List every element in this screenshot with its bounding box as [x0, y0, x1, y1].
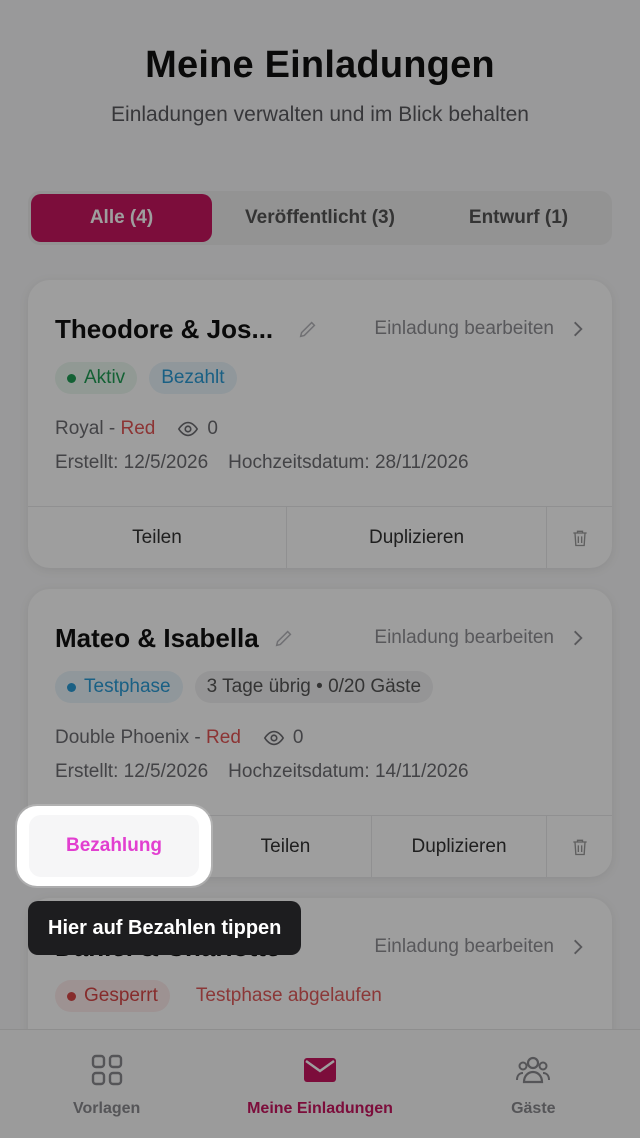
spotlight: Bezahlung — [17, 806, 211, 886]
page: Meine Einladungen Einladungen verwalten … — [0, 0, 640, 1138]
dim-overlay — [0, 0, 640, 1138]
coach-tooltip: Hier auf Bezahlen tippen — [28, 901, 302, 955]
nav-dim-overlay — [0, 1029, 640, 1138]
pay-button[interactable]: Bezahlung — [29, 815, 199, 877]
